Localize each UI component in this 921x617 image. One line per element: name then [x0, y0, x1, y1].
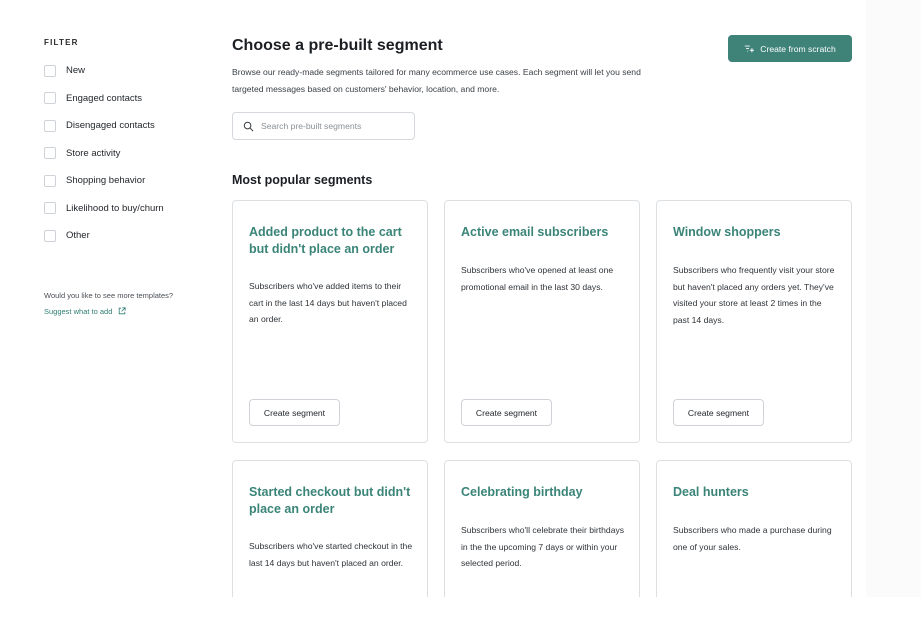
external-link-icon — [119, 307, 126, 315]
page: FILTER New Engaged contacts Disengaged c… — [0, 0, 921, 597]
card-title: Added product to the cart but didn't pla… — [249, 225, 402, 256]
suggest-link-label: Suggest what to add — [44, 306, 113, 316]
segment-card: Active email subscribers Subscribers who… — [444, 200, 640, 443]
create-from-scratch-label: Create from scratch — [760, 43, 836, 54]
filter-checkbox[interactable] — [44, 229, 56, 242]
filter-heading: FILTER — [44, 38, 79, 47]
bottom-band — [0, 597, 921, 617]
filter-item-disengaged-contacts[interactable]: Disengaged contacts — [44, 112, 214, 140]
search-box[interactable] — [232, 112, 415, 140]
card-description: Subscribers who've added items to their … — [249, 281, 407, 324]
create-from-scratch-button[interactable]: Create from scratch — [728, 35, 852, 62]
card-description: Subscribers who've opened at least one p… — [461, 265, 614, 292]
filter-item-store-activity[interactable]: Store activity — [44, 140, 214, 168]
filter-item-engaged-contacts[interactable]: Engaged contacts — [44, 85, 214, 113]
create-segment-button[interactable]: Create segment — [249, 399, 340, 426]
filter-checkbox[interactable] — [44, 119, 56, 132]
search-input[interactable] — [261, 121, 401, 131]
page-title: Choose a pre-built segment — [232, 37, 443, 54]
card-description: Subscribers who've started checkout in t… — [249, 541, 413, 568]
filter-plus-icon — [745, 45, 755, 52]
search-icon — [243, 121, 254, 131]
suggest-link[interactable]: Suggest what to add — [44, 307, 126, 316]
segment-card: Added product to the cart but didn't pla… — [232, 200, 428, 443]
filter-checkbox[interactable] — [44, 202, 56, 215]
filter-label: Disengaged contacts — [66, 120, 155, 132]
filter-checkbox[interactable] — [44, 64, 56, 77]
filter-item-new[interactable]: New — [44, 57, 214, 85]
segment-card: Celebrating birthday Subscribers who'll … — [444, 460, 640, 597]
more-templates-note: Would you like to see more templates? — [44, 290, 174, 300]
filter-label: Other — [66, 230, 90, 242]
create-segment-button[interactable]: Create segment — [673, 399, 764, 426]
filter-item-shopping-behavior[interactable]: Shopping behavior — [44, 167, 214, 195]
card-title: Celebrating birthday — [461, 485, 583, 499]
filter-label: Likelihood to buy/churn — [66, 202, 164, 214]
main-content: Choose a pre-built segment Browse our re… — [232, 0, 852, 597]
card-title: Deal hunters — [673, 485, 749, 499]
segment-card: Deal hunters Subscribers who made a purc… — [656, 460, 852, 597]
filter-item-likelihood-to-buy-churn[interactable]: Likelihood to buy/churn — [44, 195, 214, 223]
right-edge — [866, 0, 921, 597]
filter-label: New — [66, 65, 86, 77]
card-description: Subscribers who frequently visit your st… — [673, 265, 835, 325]
card-title: Started checkout but didn't place an ord… — [249, 485, 411, 516]
page-description: Browse our ready-made segments tailored … — [232, 67, 641, 94]
card-title: Active email subscribers — [461, 225, 609, 239]
segment-card: Started checkout but didn't place an ord… — [232, 460, 428, 597]
filter-label: Store activity — [66, 147, 121, 159]
card-description: Subscribers who'll celebrate their birth… — [461, 525, 625, 568]
create-segment-button[interactable]: Create segment — [461, 399, 552, 426]
filter-item-other[interactable]: Other — [44, 222, 214, 250]
filter-sidebar: FILTER New Engaged contacts Disengaged c… — [44, 38, 214, 319]
filter-checkbox[interactable] — [44, 92, 56, 105]
filter-label: Shopping behavior — [66, 175, 146, 187]
section-title: Most popular segments — [232, 173, 373, 187]
card-title: Window shoppers — [673, 225, 781, 239]
segment-card: Window shoppers Subscribers who frequent… — [656, 200, 852, 443]
filter-label: Engaged contacts — [66, 92, 143, 104]
card-description: Subscribers who made a purchase during o… — [673, 525, 832, 552]
filter-checkbox[interactable] — [44, 174, 56, 187]
filter-checkbox[interactable] — [44, 147, 56, 160]
